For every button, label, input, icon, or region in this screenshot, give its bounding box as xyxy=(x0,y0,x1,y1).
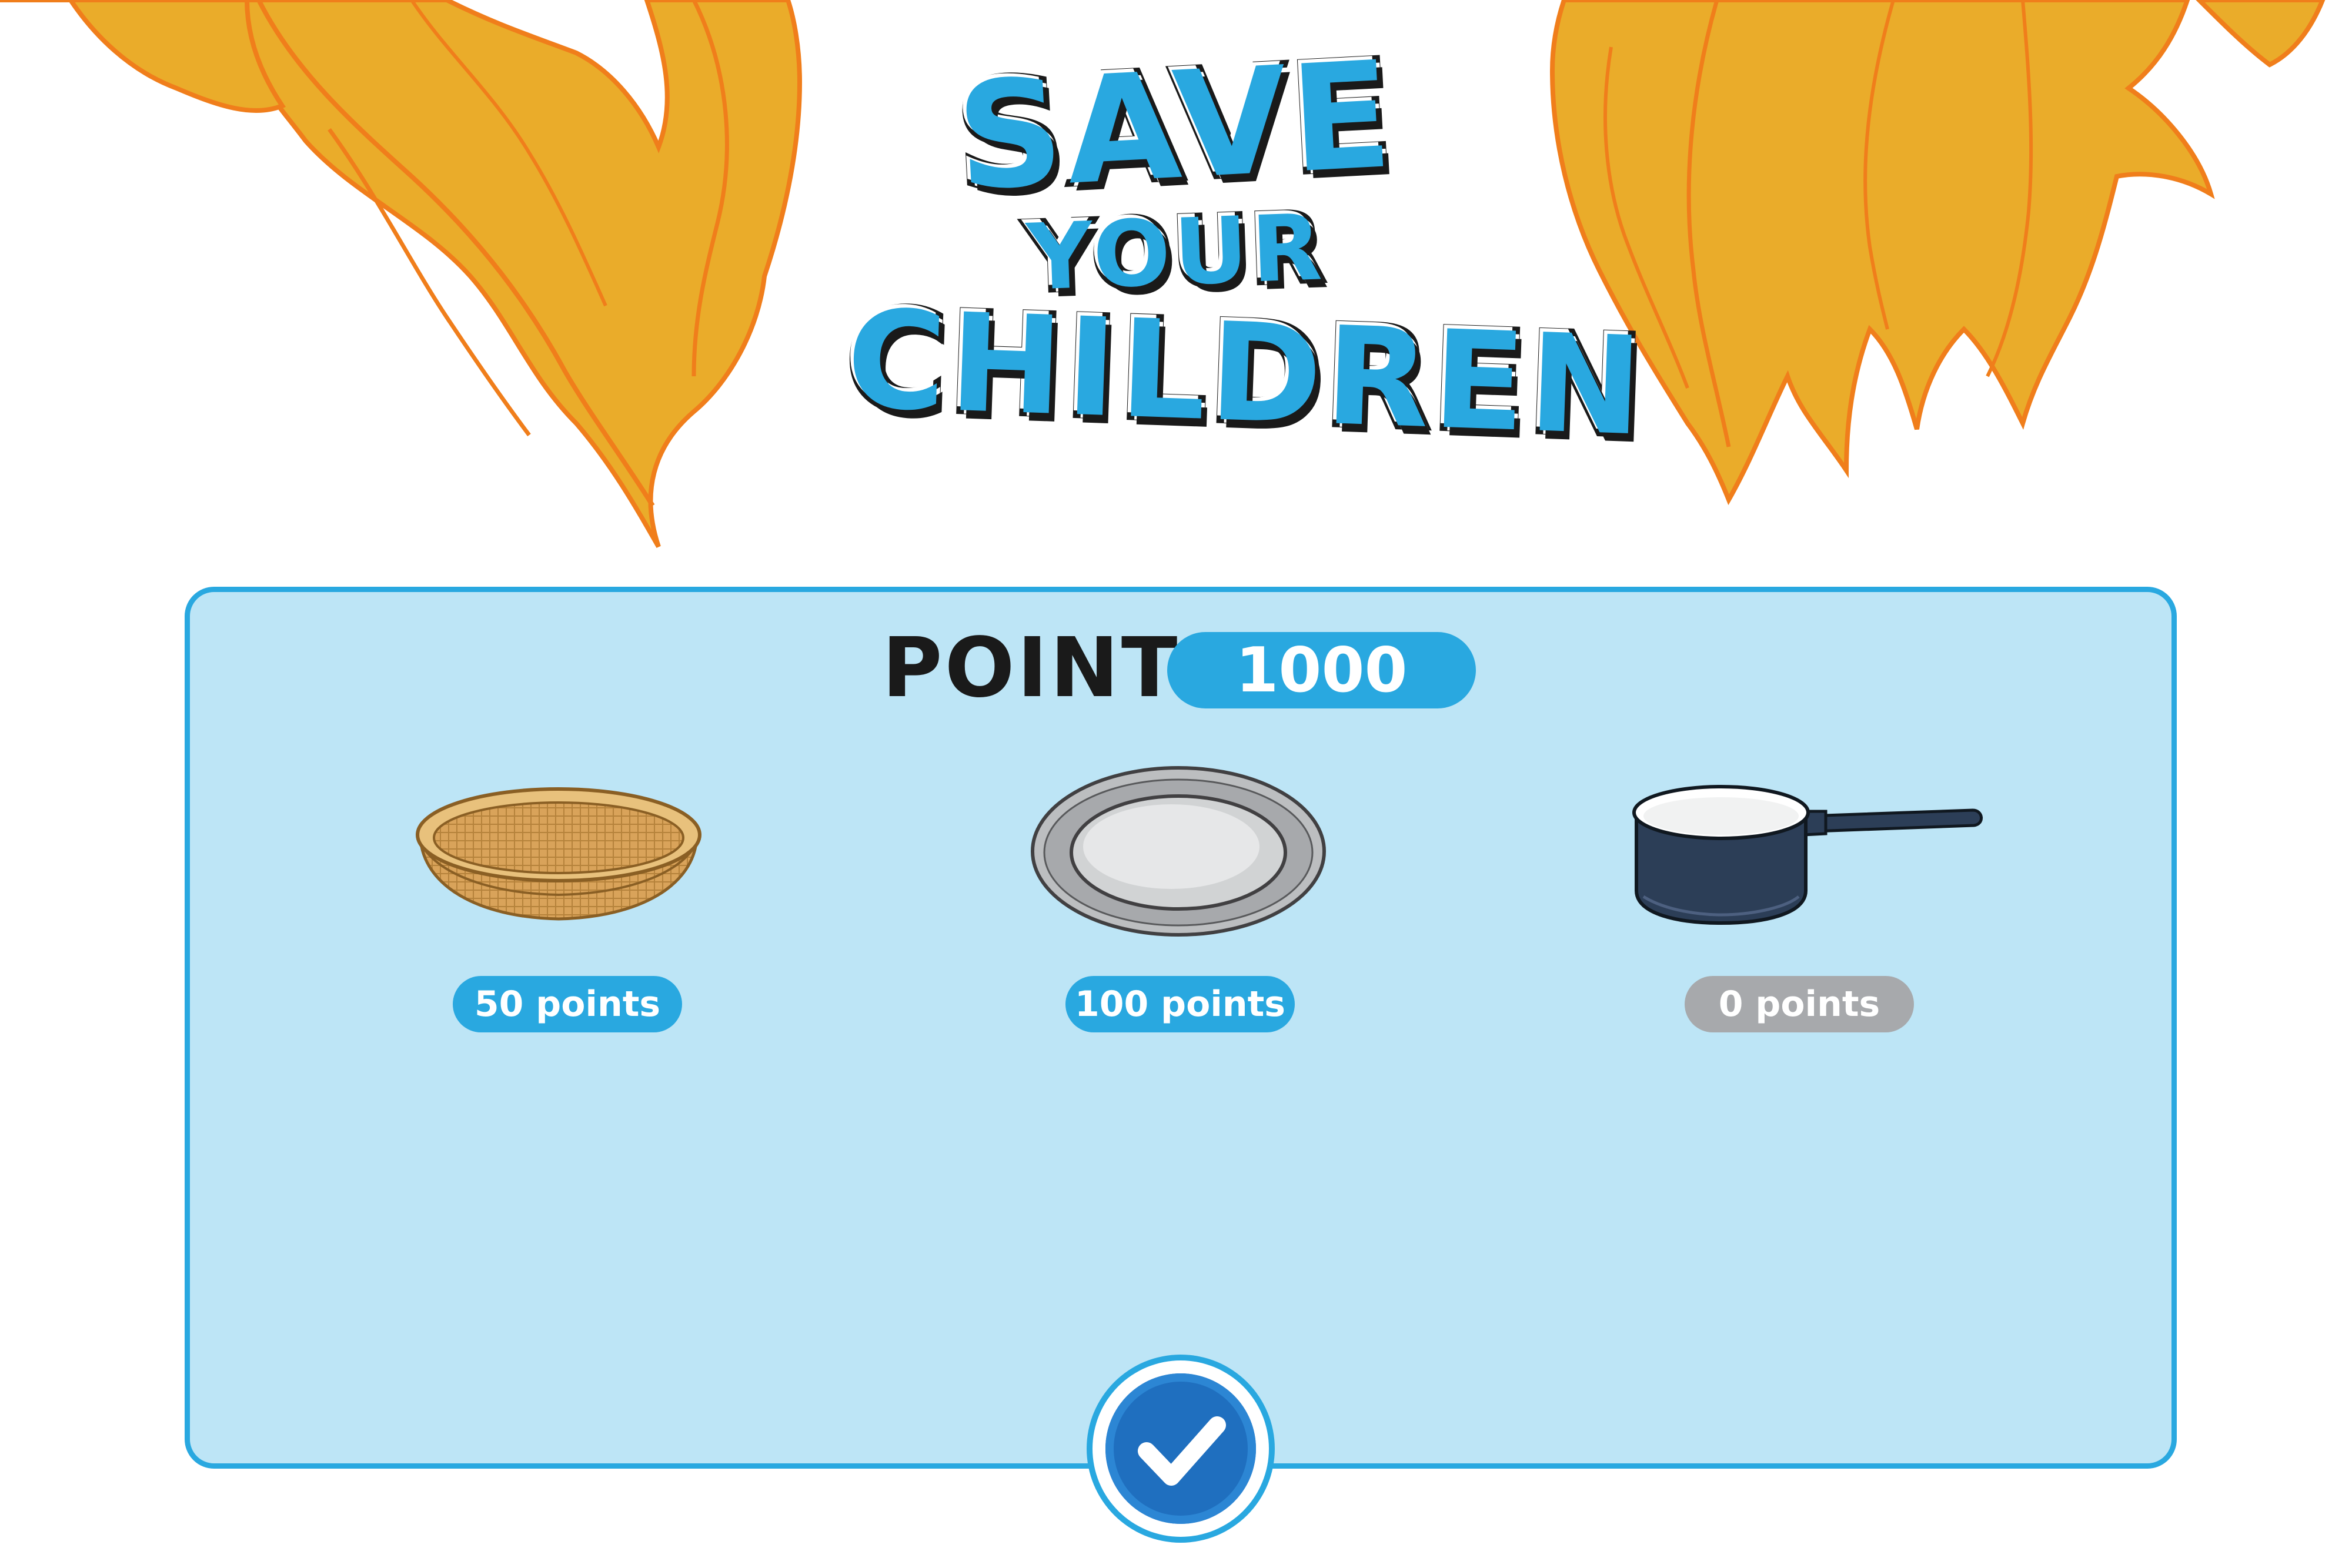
checkmark-icon xyxy=(1138,1416,1226,1486)
flames-right xyxy=(1549,0,2326,506)
basket-icon xyxy=(416,787,701,921)
plate-item[interactable] xyxy=(1030,764,1327,938)
confirm-button[interactable] xyxy=(1093,1360,1269,1537)
game-screen: SAVE YOUR CHILDREN POINTS 1000 50 points xyxy=(0,0,2352,1568)
game-title: SAVE YOUR CHILDREN xyxy=(840,25,1653,523)
points-value: 1000 xyxy=(1167,632,1476,708)
title-line-1: SAVE xyxy=(948,25,1403,228)
confirm-button-inner xyxy=(1105,1373,1256,1524)
flames-left xyxy=(0,0,803,548)
saucepan-icon xyxy=(1632,785,1983,925)
plate-icon xyxy=(1031,766,1326,937)
saucepan-points-badge: 0 points xyxy=(1685,976,1914,1032)
saucepan-item[interactable] xyxy=(1632,782,1984,926)
basket-item[interactable] xyxy=(412,779,706,923)
title-line-3: CHILDREN xyxy=(840,278,1653,470)
basket-points-badge: 50 points xyxy=(453,976,682,1032)
plate-points-badge: 100 points xyxy=(1065,976,1295,1032)
